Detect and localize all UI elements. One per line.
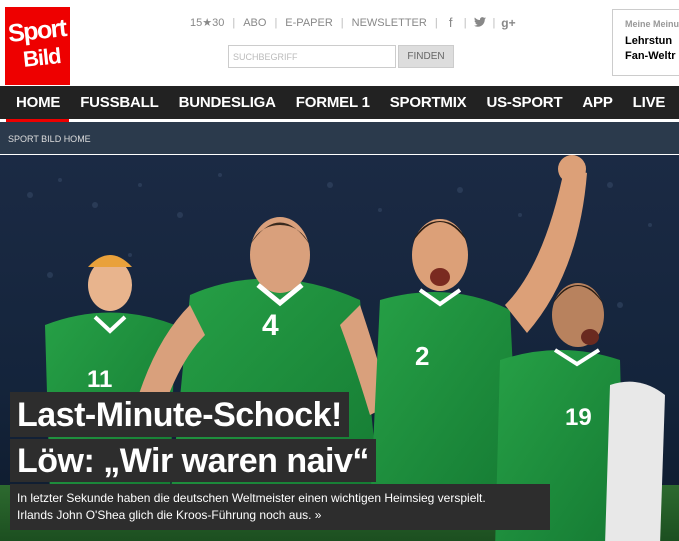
- jersey-number: 19: [565, 404, 592, 431]
- facebook-icon[interactable]: f: [443, 15, 459, 30]
- article-teaser[interactable]: In letzter Sekunde haben die deutschen W…: [10, 484, 550, 530]
- sportbild-logo[interactable]: Sport Bild: [5, 7, 70, 85]
- search-button[interactable]: FINDEN: [398, 45, 454, 68]
- search-form: SUCHBEGRIFF FINDEN: [228, 45, 454, 68]
- user-box-item[interactable]: Fan-Weltr: [625, 50, 679, 62]
- nav-item-sportmix[interactable]: SPORTMIX: [380, 94, 477, 111]
- nav-item-bundesliga[interactable]: BUNDESLIGA: [169, 94, 286, 111]
- article-headline-line2[interactable]: Löw: „Wir waren naiv“: [10, 439, 376, 482]
- main-nav: HOME FUSSBALL BUNDESLIGA FORMEL 1 SPORTM…: [0, 86, 679, 119]
- link-epaper[interactable]: E-PAPER: [277, 17, 340, 29]
- link-abo[interactable]: ABO: [235, 17, 274, 29]
- nav-item-home[interactable]: HOME: [0, 94, 70, 111]
- user-box-title: Meine Meinu: [625, 19, 679, 29]
- top-links: 15★30 | ABO | E-PAPER | NEWSLETTER | f | | g+: [190, 15, 516, 30]
- link-15-30[interactable]: 15★30: [190, 16, 232, 29]
- teaser-line2: Irlands John O'Shea glich die Kroos-Führ…: [17, 508, 322, 522]
- jersey-number: 4: [262, 309, 279, 342]
- jersey-number: 2: [415, 341, 429, 371]
- logo-line2: Bild: [21, 43, 62, 72]
- googleplus-icon[interactable]: g+: [500, 16, 516, 30]
- jersey-number: 11: [87, 366, 112, 393]
- search-input[interactable]: SUCHBEGRIFF: [228, 45, 396, 68]
- nav-item-us-sport[interactable]: US-SPORT: [477, 94, 573, 111]
- nav-item-app[interactable]: APP: [572, 94, 622, 111]
- article-headline-line1[interactable]: Last-Minute-Schock!: [10, 392, 349, 437]
- user-box: Meine Meinu Lehrstun Fan-Weltr: [612, 9, 679, 76]
- twitter-icon[interactable]: [472, 15, 488, 30]
- breadcrumb: SPORT BILD HOME: [0, 122, 679, 154]
- link-newsletter[interactable]: NEWSLETTER: [344, 17, 435, 29]
- breadcrumb-home[interactable]: SPORT BILD HOME: [8, 134, 91, 144]
- user-box-item[interactable]: Lehrstun: [625, 35, 679, 47]
- nav-item-live[interactable]: LIVE: [623, 94, 676, 111]
- nav-item-fussball[interactable]: FUSSBALL: [70, 94, 168, 111]
- nav-item-more[interactable]: SP: [675, 94, 679, 111]
- site-header: Sport Bild 15★30 | ABO | E-PAPER | NEWSLETT…: [0, 0, 679, 86]
- teaser-line1: In letzter Sekunde haben die deutschen W…: [17, 491, 486, 505]
- nav-item-formel1[interactable]: FORMEL 1: [286, 94, 380, 111]
